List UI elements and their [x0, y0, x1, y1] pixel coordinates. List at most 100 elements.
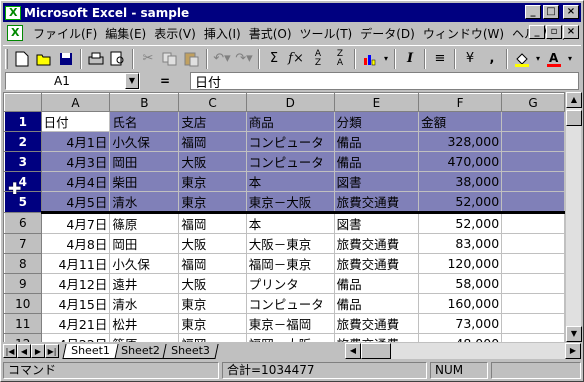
cell[interactable]: 4月3日 [41, 151, 111, 172]
row-header[interactable]: 11 [4, 313, 42, 334]
cell[interactable] [501, 293, 565, 314]
last-sheet-icon[interactable]: ▶| [45, 344, 59, 358]
cell[interactable]: 備品 [334, 293, 420, 314]
cell[interactable]: 清水 [109, 191, 180, 214]
align-center-icon[interactable]: ≡ [429, 48, 451, 70]
cell[interactable]: 福岡 [178, 131, 247, 152]
cell[interactable]: 東京 [178, 313, 247, 334]
column-header[interactable]: A [40, 93, 111, 112]
cell[interactable]: 備品 [334, 131, 420, 152]
cell[interactable]: 48,000 [418, 333, 503, 342]
cell[interactable]: 52,000 [418, 191, 503, 214]
cell[interactable]: 小久保 [109, 253, 180, 274]
cell[interactable]: 52,000 [418, 212, 503, 234]
undo-icon[interactable]: ↶▾ [211, 48, 233, 70]
prev-sheet-icon[interactable]: ◀ [17, 344, 31, 358]
cut-icon[interactable]: ✂ [137, 48, 159, 70]
scroll-up-icon[interactable]: ▲ [566, 92, 582, 108]
column-header[interactable]: E [333, 93, 420, 112]
sum-icon[interactable]: Σ [263, 48, 285, 70]
currency-icon[interactable]: ¥ [459, 48, 481, 70]
cell[interactable]: 岡田 [109, 151, 180, 172]
sheet-tab-sheet3[interactable]: Sheet3 [162, 343, 219, 359]
cell[interactable]: 岡田 [109, 233, 180, 254]
cell[interactable] [501, 171, 565, 192]
cell[interactable] [501, 273, 565, 294]
column-header[interactable]: C [178, 93, 247, 112]
cell[interactable]: 篠原 [109, 333, 180, 342]
cell[interactable]: 本 [246, 171, 335, 192]
cell[interactable] [501, 151, 565, 172]
cell[interactable]: 大阪－東京 [246, 233, 335, 254]
horizontal-scrollbar[interactable]: ◀ ▶ [345, 343, 581, 359]
sheet-tab-sheet2[interactable]: Sheet2 [112, 343, 169, 359]
copy-icon[interactable] [159, 48, 181, 70]
cell[interactable]: 4月5日 [41, 191, 111, 214]
cell[interactable]: 備品 [334, 151, 420, 172]
cell[interactable]: 328,000 [418, 131, 503, 152]
fill-color-icon[interactable] [511, 48, 533, 70]
cell[interactable]: 4月11日 [41, 253, 111, 274]
fill-dropdown-icon[interactable]: ▾ [533, 48, 543, 70]
cell[interactable] [501, 253, 565, 274]
row-header[interactable]: 2 [4, 131, 42, 152]
formula-input[interactable]: 日付 [190, 72, 579, 91]
menu-window[interactable]: ウィンドウ(W) [419, 25, 508, 42]
print-icon[interactable] [85, 48, 107, 70]
first-sheet-icon[interactable]: |◀ [3, 344, 17, 358]
cell[interactable] [501, 233, 565, 254]
cell[interactable]: 商品 [246, 111, 335, 132]
cell[interactable]: 160,000 [418, 293, 503, 314]
close-button[interactable]: × [563, 5, 579, 19]
cell[interactable]: コンピュータ [246, 151, 335, 172]
cell[interactable]: コンピュータ [246, 131, 335, 152]
scroll-right-icon[interactable]: ▶ [565, 343, 581, 359]
cell[interactable]: 大阪 [178, 273, 247, 294]
cell[interactable]: 大阪 [178, 233, 247, 254]
cell[interactable] [501, 131, 565, 152]
scroll-down-icon[interactable]: ▼ [566, 326, 582, 342]
redo-icon[interactable]: ↷▾ [233, 48, 255, 70]
cell[interactable]: 旅費交通費 [334, 191, 420, 214]
cell[interactable]: 遠井 [109, 273, 180, 294]
cell[interactable]: 83,000 [418, 233, 503, 254]
comma-icon[interactable]: , [481, 48, 503, 70]
toolbar-grip[interactable] [5, 48, 8, 69]
scroll-left-icon[interactable]: ◀ [345, 343, 361, 359]
menu-format[interactable]: 書式(O) [245, 25, 296, 42]
hscroll-thumb[interactable] [361, 343, 391, 359]
cell[interactable]: 福岡 [178, 333, 247, 342]
cell[interactable]: 福岡－東京 [246, 253, 335, 274]
column-header[interactable]: B [109, 93, 180, 112]
cell[interactable]: 4月1日 [41, 131, 111, 152]
column-header[interactable]: D [245, 93, 335, 112]
font-color-dropdown-icon[interactable]: ▾ [565, 48, 575, 70]
cell[interactable]: 73,000 [418, 313, 503, 334]
cell[interactable]: 470,000 [418, 151, 503, 172]
row-header[interactable]: 3 [4, 151, 42, 172]
cell[interactable]: 4月22日 [41, 333, 111, 342]
cell[interactable]: 日付 [41, 111, 111, 132]
cell[interactable]: 120,000 [418, 253, 503, 274]
cell[interactable]: 大阪 [178, 151, 247, 172]
cell[interactable]: 福岡 [178, 253, 247, 274]
cell[interactable]: 東京 [178, 293, 247, 314]
doc-minimize-button[interactable]: _ [529, 25, 545, 39]
worksheet-grid[interactable]: A B C D E F G 1 日付 氏名 支店 商品 分類 金額 2 4月1日 小久保 福岡 コンピ… [3, 92, 565, 342]
menu-edit[interactable]: 編集(E) [101, 25, 150, 42]
open-icon[interactable] [33, 48, 55, 70]
cell[interactable]: 58,000 [418, 273, 503, 294]
cell[interactable]: 清水 [109, 293, 180, 314]
cell[interactable]: 篠原 [109, 212, 180, 234]
cell[interactable]: 分類 [334, 111, 420, 132]
row-header[interactable]: 10 [4, 293, 42, 314]
sort-desc-icon[interactable]: ZA [329, 48, 351, 70]
paste-icon[interactable] [181, 48, 203, 70]
menu-data[interactable]: データ(D) [356, 25, 419, 42]
cell[interactable]: 4月15日 [41, 293, 111, 314]
save-icon[interactable] [55, 48, 77, 70]
sheet-tab-sheet1[interactable]: Sheet1 [62, 343, 119, 359]
cell[interactable]: 柴田 [109, 171, 180, 192]
chart-icon[interactable] [359, 48, 381, 70]
chart-dropdown-icon[interactable]: ▾ [381, 48, 391, 70]
